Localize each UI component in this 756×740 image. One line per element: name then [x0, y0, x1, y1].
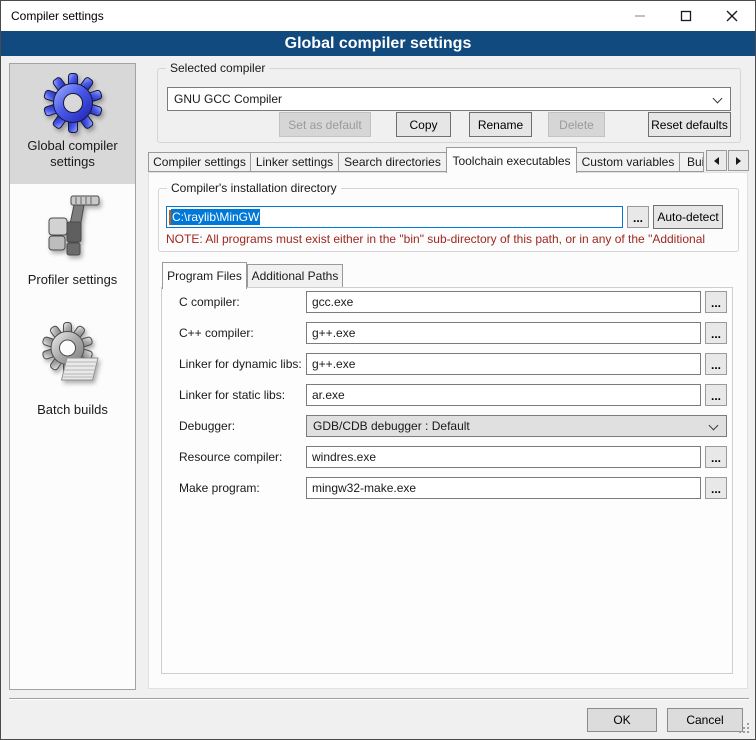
sidebar-item-label: Profiler settings: [28, 272, 118, 288]
make-program-browse-button[interactable]: ...: [705, 477, 727, 499]
tab-search-directories[interactable]: Search directories: [338, 152, 447, 172]
installation-directory-group-label: Compiler's installation directory: [167, 181, 341, 195]
linker-static-input[interactable]: [306, 384, 701, 406]
cpp-compiler-input[interactable]: [306, 322, 701, 344]
tab-additional-paths[interactable]: Additional Paths: [247, 264, 343, 288]
tab-compiler-settings[interactable]: Compiler settings: [148, 152, 251, 172]
ok-button[interactable]: OK: [587, 708, 657, 732]
linker-static-browse-button[interactable]: ...: [705, 384, 727, 406]
sidebar-item-profiler-settings[interactable]: Profiler settings: [10, 186, 135, 296]
cancel-button[interactable]: Cancel: [667, 708, 743, 732]
linker-dynamic-browse-button[interactable]: ...: [705, 353, 727, 375]
delete-button: Delete: [548, 112, 605, 137]
field-label-linker-static: Linker for static libs:: [179, 388, 285, 402]
field-label-make-program: Make program:: [179, 481, 260, 495]
field-label-linker-dynamic: Linker for dynamic libs:: [179, 357, 302, 371]
tab-scroll-right-button[interactable]: [728, 150, 749, 171]
window-title: Compiler settings: [11, 1, 104, 31]
reset-defaults-button[interactable]: Reset defaults: [648, 112, 731, 137]
sidebar-item-label: Batch builds: [37, 402, 108, 418]
tab-scroll-left-icon: [714, 157, 719, 165]
settings-sidebar: Global compiler settings Profiler settin…: [9, 63, 136, 690]
copy-button[interactable]: Copy: [396, 112, 451, 137]
note-text: NOTE: All programs must exist either in …: [166, 232, 734, 246]
sidebar-item-global-compiler-settings[interactable]: Global compiler settings: [10, 64, 135, 184]
selected-compiler-group-label: Selected compiler: [166, 61, 269, 75]
installation-directory-value: C:\raylib\MinGW: [171, 209, 260, 225]
maximize-icon: [680, 10, 692, 22]
tab-scroll-right-icon: [736, 157, 741, 165]
chevron-down-icon: [709, 421, 719, 431]
close-button[interactable]: [709, 1, 755, 31]
batch-builds-icon: [41, 320, 105, 394]
field-label-debugger: Debugger:: [179, 419, 235, 433]
c-compiler-input[interactable]: [306, 291, 701, 313]
linker-dynamic-input[interactable]: [306, 353, 701, 375]
dialog-header: Global compiler settings: [1, 31, 755, 56]
auto-detect-button[interactable]: Auto-detect: [653, 205, 723, 229]
chevron-down-icon: [713, 94, 723, 104]
rename-button[interactable]: Rename: [469, 112, 532, 137]
tab-linker-settings[interactable]: Linker settings: [250, 152, 339, 172]
blue-gear-icon: [41, 71, 105, 135]
titlebar: Compiler settings: [1, 1, 755, 31]
installation-directory-input[interactable]: C:\raylib\MinGW: [166, 206, 623, 228]
tab-build-options-clipped[interactable]: Build options: [679, 152, 704, 172]
tab-toolchain-executables[interactable]: Toolchain executables: [446, 147, 577, 173]
profiler-caliper-icon: [41, 188, 105, 266]
sidebar-item-batch-builds[interactable]: Batch builds: [10, 316, 135, 421]
debugger-select-value: GDB/CDB debugger : Default: [313, 419, 470, 433]
resource-compiler-input[interactable]: [306, 446, 701, 468]
footer-separator-highlight: [9, 699, 749, 700]
tab-program-files[interactable]: Program Files: [162, 262, 247, 289]
tab-custom-variables[interactable]: Custom variables: [576, 152, 680, 172]
sidebar-item-label: Global compiler settings: [18, 138, 128, 170]
tab-scroll-left-button[interactable]: [706, 150, 727, 171]
resource-compiler-browse-button[interactable]: ...: [705, 446, 727, 468]
field-label-resource-compiler: Resource compiler:: [179, 450, 282, 464]
c-compiler-browse-button[interactable]: ...: [705, 291, 727, 313]
compiler-select[interactable]: GNU GCC Compiler: [167, 87, 731, 111]
resize-grip[interactable]: [747, 723, 749, 725]
maximize-button[interactable]: [663, 1, 709, 31]
compiler-select-value: GNU GCC Compiler: [174, 92, 282, 106]
browse-directory-button[interactable]: ...: [627, 206, 649, 228]
debugger-select[interactable]: GDB/CDB debugger : Default: [306, 415, 727, 437]
field-label-c-compiler: C compiler:: [179, 295, 240, 309]
set-as-default-button: Set as default: [279, 112, 371, 137]
close-icon: [726, 10, 738, 22]
dialog-header-title: Global compiler settings: [285, 35, 472, 53]
field-label-cpp-compiler: C++ compiler:: [179, 326, 254, 340]
minimize-button[interactable]: [617, 1, 663, 31]
make-program-input[interactable]: [306, 477, 701, 499]
compiler-settings-dialog: Compiler settings Global compiler settin…: [0, 0, 756, 740]
minimize-icon: [634, 10, 646, 22]
cpp-compiler-browse-button[interactable]: ...: [705, 322, 727, 344]
